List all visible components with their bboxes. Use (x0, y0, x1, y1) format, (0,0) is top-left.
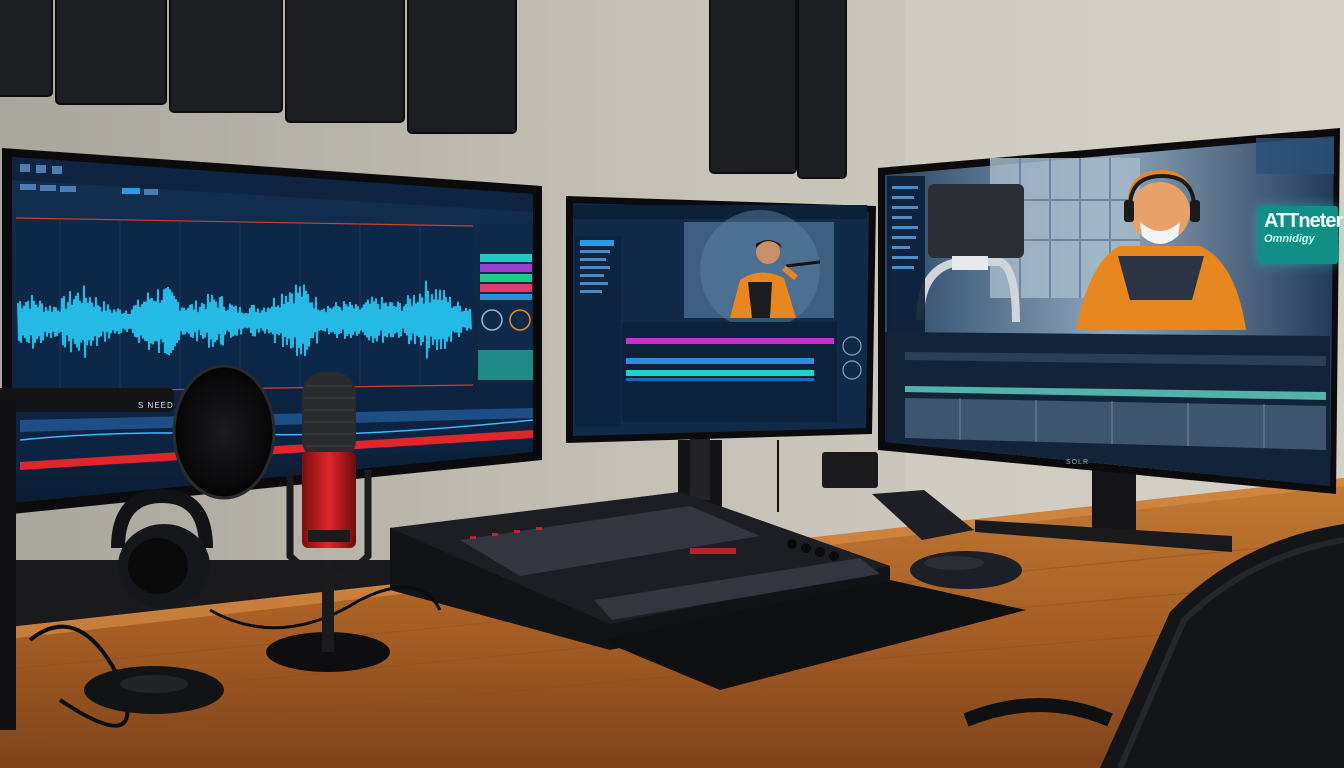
monitor-brand-badge: SOLR (1066, 459, 1090, 466)
waveform-panel-tag: S NEED (138, 401, 174, 410)
studio-sign-line1: ATTneter (1264, 210, 1343, 232)
studio-sign-line2: Omnidigy (1264, 233, 1315, 245)
studio-scene: ATTneter Omnidigy S NEED SOLR (0, 0, 1344, 768)
studio-sign: ATTneter Omnidigy (1258, 206, 1343, 264)
pop-filter-icon (172, 364, 276, 500)
left-monitor (2, 148, 542, 515)
